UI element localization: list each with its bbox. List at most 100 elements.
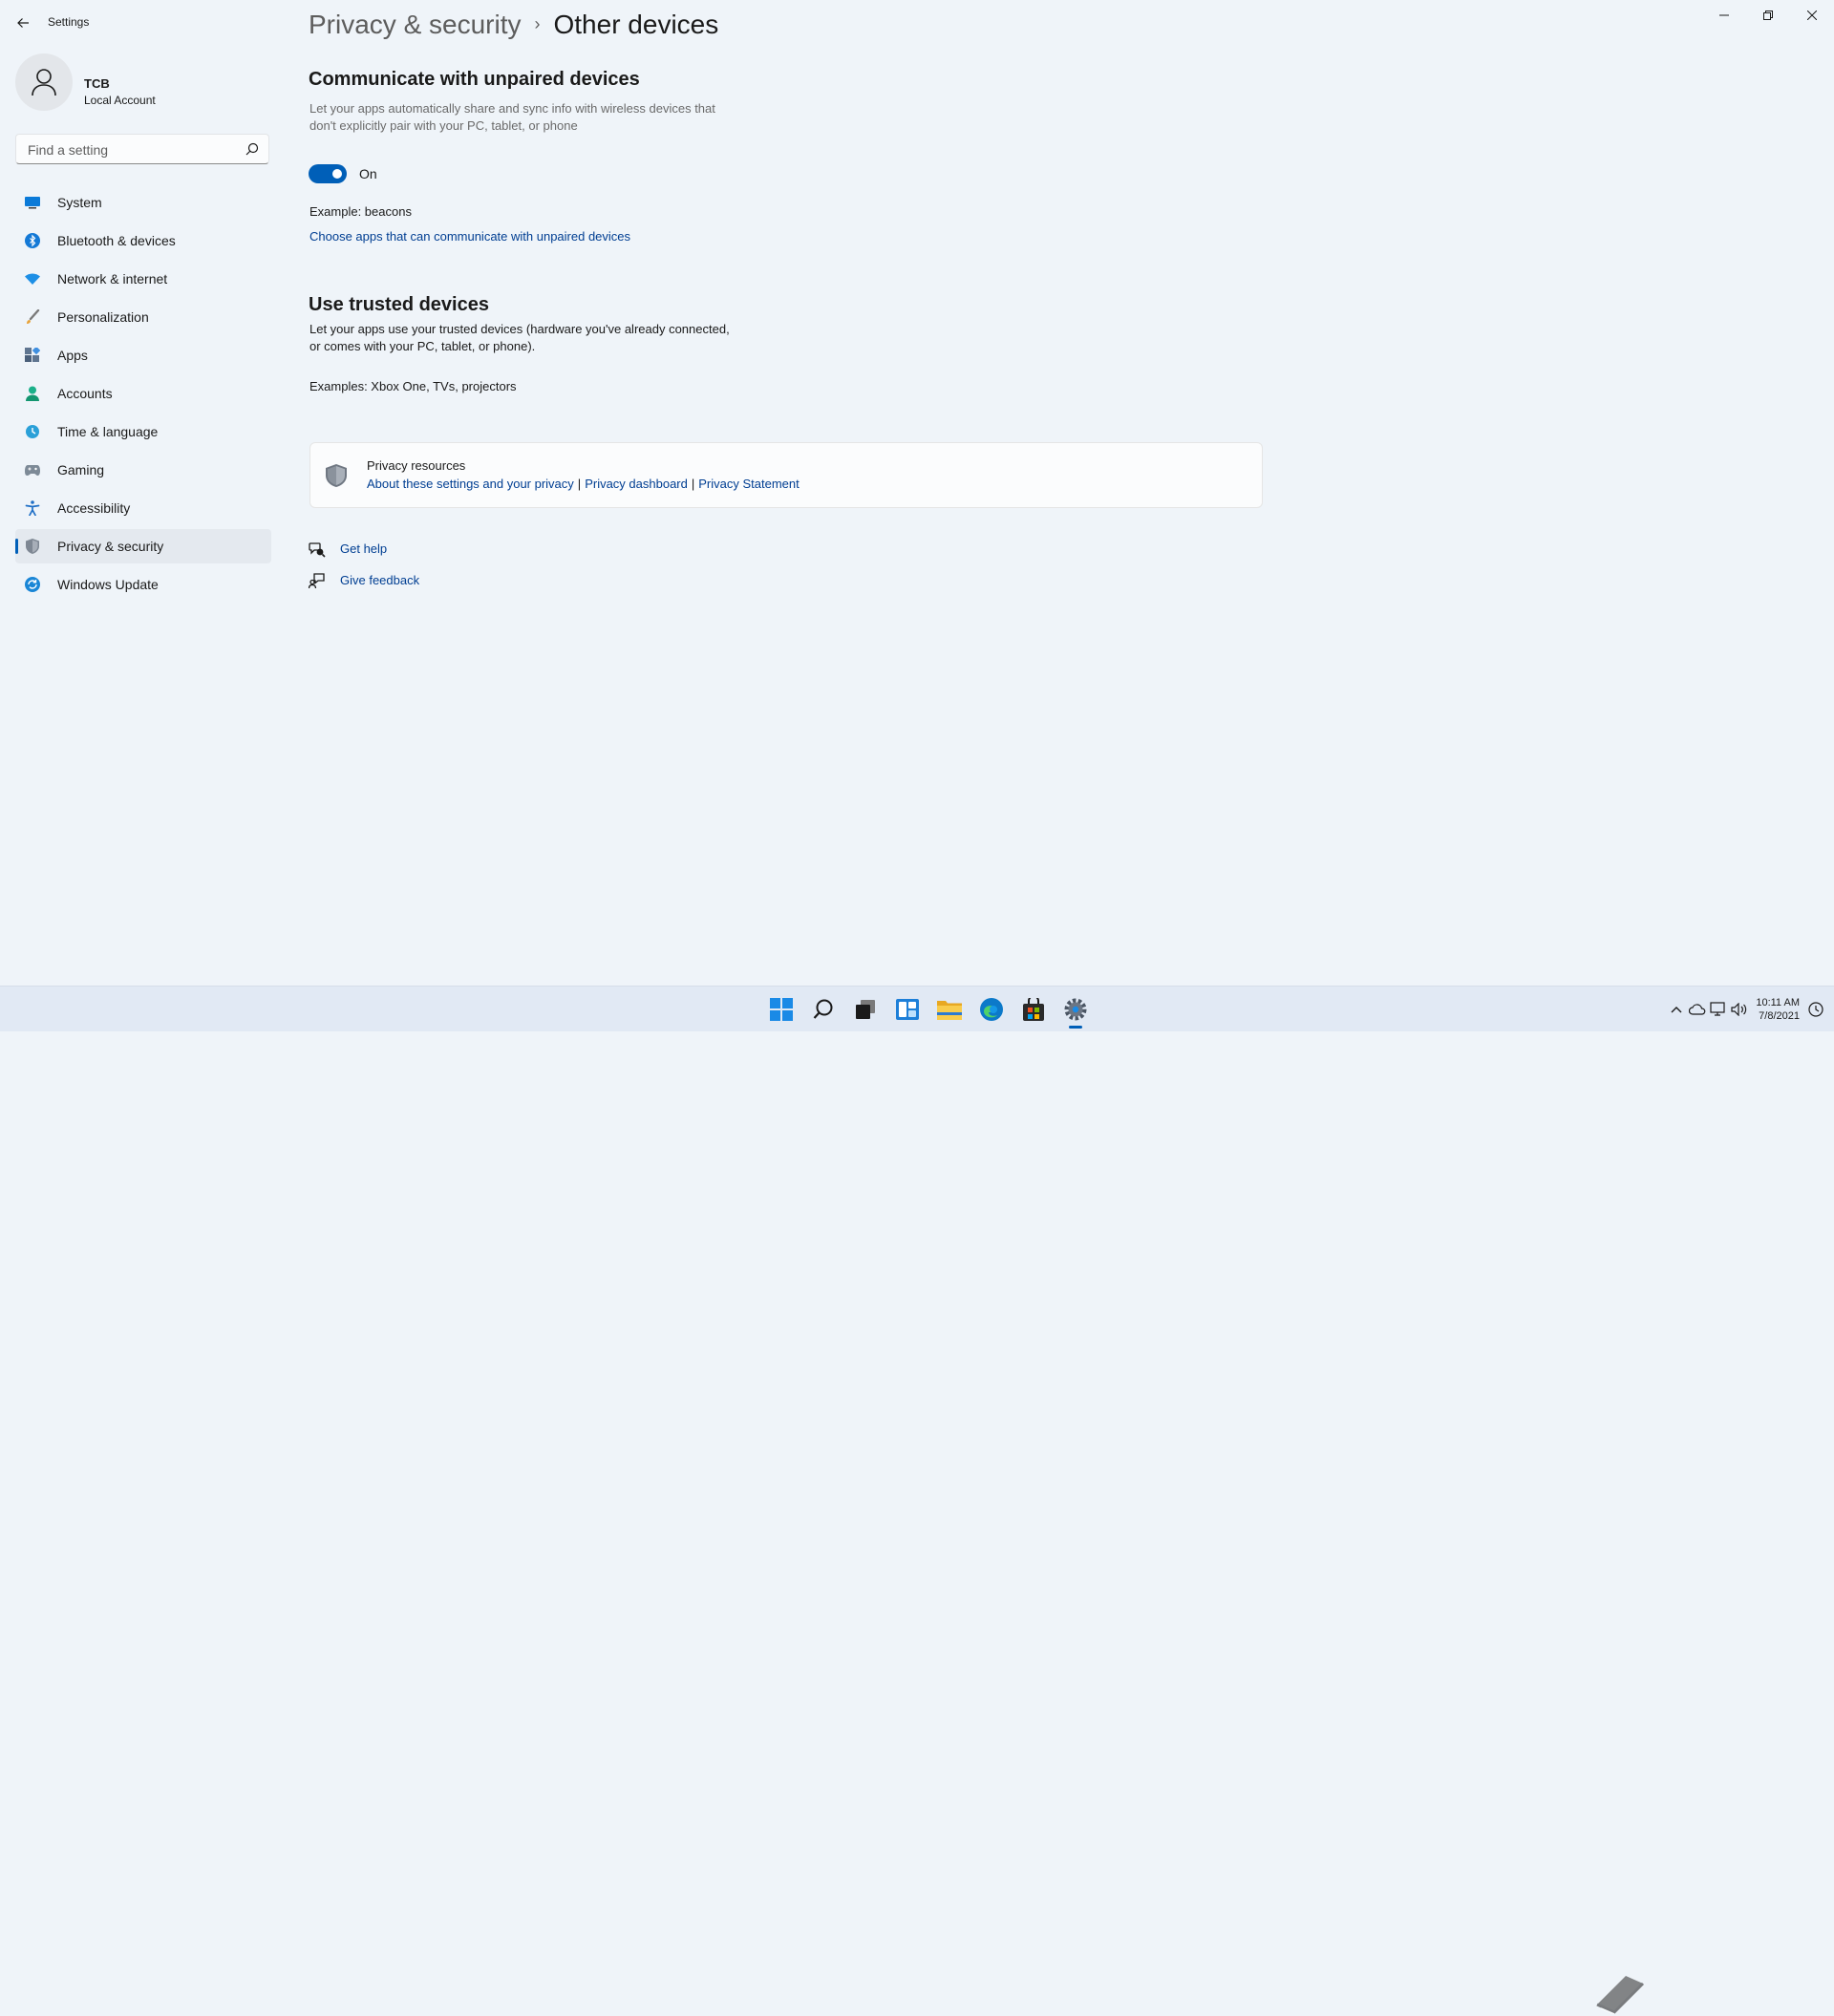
sidebar-item-label: Apps <box>57 348 88 363</box>
show-hidden-icons-button[interactable] <box>1666 998 1687 1021</box>
sidebar-item-label: Accounts <box>57 386 113 401</box>
trusted-section-title: Use trusted devices <box>309 294 489 316</box>
trusted-example: Examples: Xbox One, TVs, projectors <box>309 379 517 393</box>
unpaired-devices-toggle[interactable] <box>309 164 347 183</box>
widgets-icon <box>896 999 919 1020</box>
sidebar-item-label: Time & language <box>57 424 159 439</box>
task-view-button[interactable] <box>844 987 886 1032</box>
avatar <box>15 53 73 111</box>
privacy-resources-card: Privacy resources About these settings a… <box>309 442 1263 508</box>
choose-apps-link[interactable]: Choose apps that can communicate with un… <box>309 229 630 244</box>
person-icon <box>25 386 40 401</box>
about-privacy-settings-link[interactable]: About these settings and your privacy <box>367 477 574 491</box>
sidebar-item-label: Gaming <box>57 462 105 477</box>
onedrive-button[interactable] <box>1687 998 1708 1021</box>
give-feedback-link[interactable]: Give feedback <box>340 573 419 587</box>
unpaired-section-title: Communicate with unpaired devices <box>309 69 640 90</box>
settings-icon <box>1064 998 1087 1021</box>
privacy-dashboard-link[interactable]: Privacy dashboard <box>585 477 688 491</box>
brush-icon <box>25 309 40 325</box>
shield-icon <box>326 464 347 487</box>
taskbar-clock[interactable]: 10:11 AM 7/8/2021 <box>1756 996 1800 1023</box>
sidebar-item-label: Accessibility <box>57 500 131 516</box>
page-title: Other devices <box>553 10 719 39</box>
sidebar-item-time-language[interactable]: Time & language <box>15 414 271 449</box>
sidebar-item-accounts[interactable]: Accounts <box>15 376 271 411</box>
chevron-up-icon <box>1671 1007 1682 1013</box>
volume-tray-button[interactable] <box>1729 998 1750 1021</box>
system-tray: 10:11 AM 7/8/2021 <box>1666 987 1826 1032</box>
get-help-link[interactable]: Get help <box>340 541 387 556</box>
trusted-description: Let your apps use your trusted devices (… <box>309 322 730 353</box>
trusted-title-text: Use trusted devices <box>309 294 489 315</box>
clock-date: 7/8/2021 <box>1759 1010 1800 1022</box>
privacy-resources-links: About these settings and your privacy | Pr… <box>367 477 800 491</box>
title-bar: Settings <box>0 0 1834 46</box>
search-input[interactable] <box>26 140 240 159</box>
settings-taskbar-button[interactable] <box>1055 987 1097 1032</box>
store-icon <box>1023 998 1044 1021</box>
cloud-icon <box>1689 1004 1706 1015</box>
link-separator: | <box>577 477 582 491</box>
moon-clock-icon <box>1808 1002 1823 1017</box>
back-button[interactable] <box>11 11 34 34</box>
apps-icon <box>25 348 40 363</box>
sidebar-item-windows-update[interactable]: Windows Update <box>15 567 271 602</box>
breadcrumb-chevron-icon: › <box>534 14 541 33</box>
focus-assist-button[interactable] <box>1805 998 1826 1021</box>
widgets-button[interactable] <box>886 987 928 1032</box>
start-icon <box>770 998 793 1021</box>
profile-account-type: Local Account <box>84 94 156 107</box>
sidebar-item-system[interactable]: System <box>15 185 271 220</box>
file-explorer-button[interactable] <box>928 987 970 1032</box>
search-icon[interactable] <box>245 142 259 156</box>
minimize-icon <box>1719 14 1729 16</box>
search-icon <box>813 999 833 1019</box>
toggle-state-label: On <box>359 166 377 181</box>
close-button[interactable] <box>1790 0 1834 31</box>
profile-name: TCB <box>84 76 110 91</box>
shield-icon <box>25 539 40 554</box>
breadcrumb-parent[interactable]: Privacy & security <box>309 10 522 39</box>
give-feedback-icon <box>309 573 325 589</box>
sidebar-item-apps[interactable]: Apps <box>15 338 271 372</box>
sidebar-item-label: System <box>57 195 102 210</box>
close-icon <box>1807 11 1817 20</box>
taskbar-search-button[interactable] <box>802 987 844 1032</box>
sidebar-item-bluetooth-devices[interactable]: Bluetooth & devices <box>15 223 271 258</box>
speaker-icon <box>1731 1003 1747 1016</box>
settings-window: Settings TCB Local Account Find a settin… <box>0 0 1834 986</box>
edge-button[interactable] <box>970 987 1013 1032</box>
sidebar-item-label: Privacy & security <box>57 539 164 554</box>
user-profile[interactable]: TCB Local Account <box>15 53 283 115</box>
sidebar-item-privacy-security[interactable]: Privacy & security <box>15 529 271 563</box>
store-button[interactable] <box>1013 987 1055 1032</box>
clock-time: 10:11 AM <box>1756 997 1800 1008</box>
unpaired-description: Let your apps automatically share and sy… <box>309 101 715 133</box>
privacy-resources-title: Privacy resources <box>367 458 466 473</box>
breadcrumb: Privacy & security › Other devices <box>309 10 718 40</box>
sidebar-item-personalization[interactable]: Personalization <box>15 300 271 334</box>
sidebar-nav: System Bluetooth & devices Network & int… <box>15 185 271 605</box>
toggle-knob <box>332 169 342 179</box>
network-tray-button[interactable] <box>1708 998 1729 1021</box>
start-button[interactable] <box>760 987 802 1032</box>
privacy-statement-link[interactable]: Privacy Statement <box>698 477 800 491</box>
gamepad-icon <box>25 462 40 477</box>
taskbar: 10:11 AM 7/8/2021 <box>0 986 1834 2015</box>
unpaired-apps-link-wrapper: Choose apps that can communicate with un… <box>309 229 630 244</box>
restore-icon <box>1763 11 1773 20</box>
sidebar-item-accessibility[interactable]: Accessibility <box>15 491 271 525</box>
user-avatar-icon <box>32 69 56 96</box>
minimize-button[interactable] <box>1702 0 1746 31</box>
app-title: Settings <box>48 15 90 29</box>
update-icon <box>25 577 40 592</box>
restore-button[interactable] <box>1746 0 1790 31</box>
window-controls <box>1702 0 1834 31</box>
sidebar-item-gaming[interactable]: Gaming <box>15 453 271 487</box>
sidebar-item-label: Windows Update <box>57 577 159 592</box>
edge-icon <box>980 998 1003 1021</box>
sidebar-item-network-internet[interactable]: Network & internet <box>15 262 271 296</box>
get-help-icon <box>309 542 326 558</box>
globe-clock-icon <box>25 424 40 439</box>
